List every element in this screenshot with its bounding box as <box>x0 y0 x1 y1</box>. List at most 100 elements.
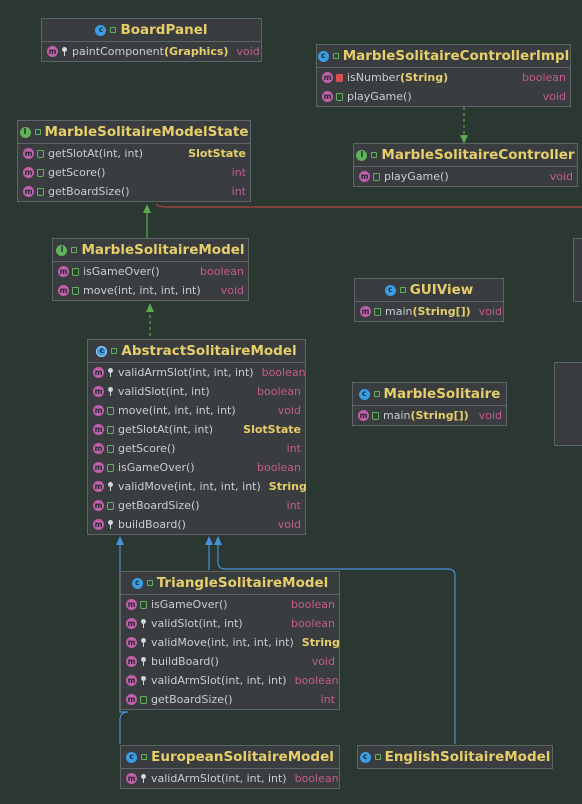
method-row[interactable]: m getScore() int <box>88 439 305 458</box>
method-row[interactable]: m getScore() int <box>18 163 250 182</box>
method-row[interactable]: m validSlot(int, int) boolean <box>121 614 339 633</box>
method-icon: m <box>93 424 104 435</box>
class-box-model[interactable]: I MarbleSolitaireModel m isGameOver() boole… <box>52 238 249 301</box>
method-row[interactable]: m main(String[]) void <box>353 406 506 425</box>
method-row[interactable]: m getBoardSize() int <box>121 690 339 709</box>
method-icon: m <box>126 773 137 784</box>
public-icon <box>37 187 44 196</box>
method-icon: m <box>93 462 104 473</box>
public-icon <box>373 172 380 181</box>
method-icon: m <box>126 694 137 705</box>
method-row[interactable]: m validMove(int, int, int, int) String <box>121 633 340 652</box>
method-icon: m <box>126 637 137 648</box>
package-private-icon <box>140 638 147 647</box>
public-icon <box>110 27 117 33</box>
public-icon <box>336 92 343 101</box>
class-name: BoardPanel <box>120 22 208 38</box>
method-row[interactable]: m main(String[]) void <box>355 302 503 321</box>
class-icon: c <box>131 577 143 589</box>
method-icon: m <box>93 367 104 378</box>
public-icon <box>34 129 41 135</box>
method-icon: m <box>322 91 333 102</box>
package-private-icon <box>107 368 114 377</box>
abstract-method-icon: m <box>23 167 34 178</box>
class-header: c GUIView <box>355 279 503 302</box>
method-row[interactable]: m move(int, int, int, int) void <box>88 401 305 420</box>
method-row[interactable]: m validArmSlot(int, int, int) boolean <box>88 363 306 382</box>
class-icon: c <box>317 50 329 62</box>
class-box-abstract-model[interactable]: c AbstractSolitaireModel m validArmSlot(in… <box>87 339 307 535</box>
public-icon <box>72 286 79 295</box>
abstract-method-icon: m <box>23 186 34 197</box>
class-box-controller-impl[interactable]: c MarbleSolitaireControllerImpl m isNumber… <box>316 44 571 107</box>
method-row[interactable]: m validArmSlot(int, int, int) boolean <box>121 769 339 788</box>
class-box-triangle-model[interactable]: c TriangleSolitaireModel m isGameOver() boo… <box>120 571 340 710</box>
method-row[interactable]: m playGame() void <box>354 167 577 186</box>
class-box-controller[interactable]: I MarbleSolitaireController m playGame() vo… <box>353 143 578 187</box>
method-row[interactable]: m buildBoard() void <box>121 652 339 671</box>
method-row[interactable]: m buildBoard() void <box>88 515 305 534</box>
class-box-partial[interactable] <box>554 362 582 446</box>
public-icon <box>107 463 114 472</box>
method-icon: m <box>126 656 137 667</box>
package-private-icon <box>140 676 147 685</box>
method-row[interactable]: m isNumber(String) boolean <box>317 68 570 87</box>
method-icon: m <box>93 405 104 416</box>
method-row[interactable]: m getBoardSize() int <box>18 182 250 201</box>
method-row[interactable]: m getSlotAt(int, int) SlotState <box>88 420 305 439</box>
class-box-gui-view[interactable]: c GUIView m main(String[]) void <box>354 278 504 322</box>
static-method-icon: m <box>358 410 369 421</box>
package-private-icon <box>140 774 147 783</box>
class-icon: c <box>359 751 371 763</box>
package-private-icon <box>107 387 114 396</box>
method-icon: m <box>93 519 104 530</box>
method-icon: m <box>47 46 58 57</box>
method-row[interactable]: m isGameOver() boolean <box>121 595 339 614</box>
private-icon <box>336 73 343 82</box>
method-row[interactable]: m validMove(int, int, int, int) String <box>88 477 307 496</box>
class-header: c TriangleSolitaireModel <box>121 572 339 595</box>
method-row[interactable]: m move(int, int, int, int) void <box>53 281 248 300</box>
class-header: c EnglishSolitaireModel <box>358 746 552 768</box>
method-icon: m <box>93 386 104 397</box>
class-header: c AbstractSolitaireModel <box>88 340 305 363</box>
public-icon <box>374 754 381 760</box>
class-icon: c <box>384 284 396 296</box>
public-icon <box>111 348 118 354</box>
public-icon <box>146 580 153 586</box>
public-icon <box>107 444 114 453</box>
method-icon: m <box>93 443 104 454</box>
method-row[interactable]: m paintComponent(Graphics) void <box>42 42 261 61</box>
package-private-icon <box>107 520 114 529</box>
method-row[interactable]: m validArmSlot(int, int, int) boolean <box>121 671 339 690</box>
method-row[interactable]: m getBoardSize() int <box>88 496 305 515</box>
public-icon <box>140 695 147 704</box>
method-icon: m <box>126 675 137 686</box>
class-box-board-panel[interactable]: c BoardPanel m paintComponent(Graphics) voi… <box>41 18 262 62</box>
method-row[interactable]: m isGameOver() boolean <box>88 458 305 477</box>
class-box-marble-solitaire[interactable]: c MarbleSolitaire m main(String[]) void <box>352 382 507 426</box>
package-private-icon <box>107 482 114 491</box>
public-icon <box>140 600 147 609</box>
class-box-european-model[interactable]: c EuropeanSolitaireModel m validArmSlot(in… <box>120 745 340 789</box>
return-type: void <box>236 45 260 58</box>
public-icon <box>332 53 339 59</box>
method-row[interactable]: m isGameOver() boolean <box>53 262 248 281</box>
class-name: MarbleSolitaireControllerImpl <box>342 48 570 64</box>
static-method-icon: m <box>360 306 371 317</box>
public-icon <box>71 247 78 253</box>
public-icon <box>107 501 114 510</box>
class-box-partial[interactable] <box>573 238 582 302</box>
class-box-english-model[interactable]: c EnglishSolitaireModel <box>357 745 553 769</box>
method-name: paintComponent <box>72 45 164 58</box>
package-private-icon <box>140 619 147 628</box>
method-row[interactable]: m validSlot(int, int) boolean <box>88 382 305 401</box>
method-row[interactable]: m getSlotAt(int, int) SlotState <box>18 144 250 163</box>
method-row[interactable]: m playGame() void <box>317 87 570 106</box>
class-box-model-state[interactable]: I MarbleSolitaireModelState m getSlotAt(in… <box>17 120 251 202</box>
class-header: c BoardPanel <box>42 19 261 42</box>
abstract-method-icon: m <box>58 285 69 296</box>
interface-icon: I <box>56 244 68 256</box>
public-icon <box>374 307 381 316</box>
public-icon <box>141 754 148 760</box>
